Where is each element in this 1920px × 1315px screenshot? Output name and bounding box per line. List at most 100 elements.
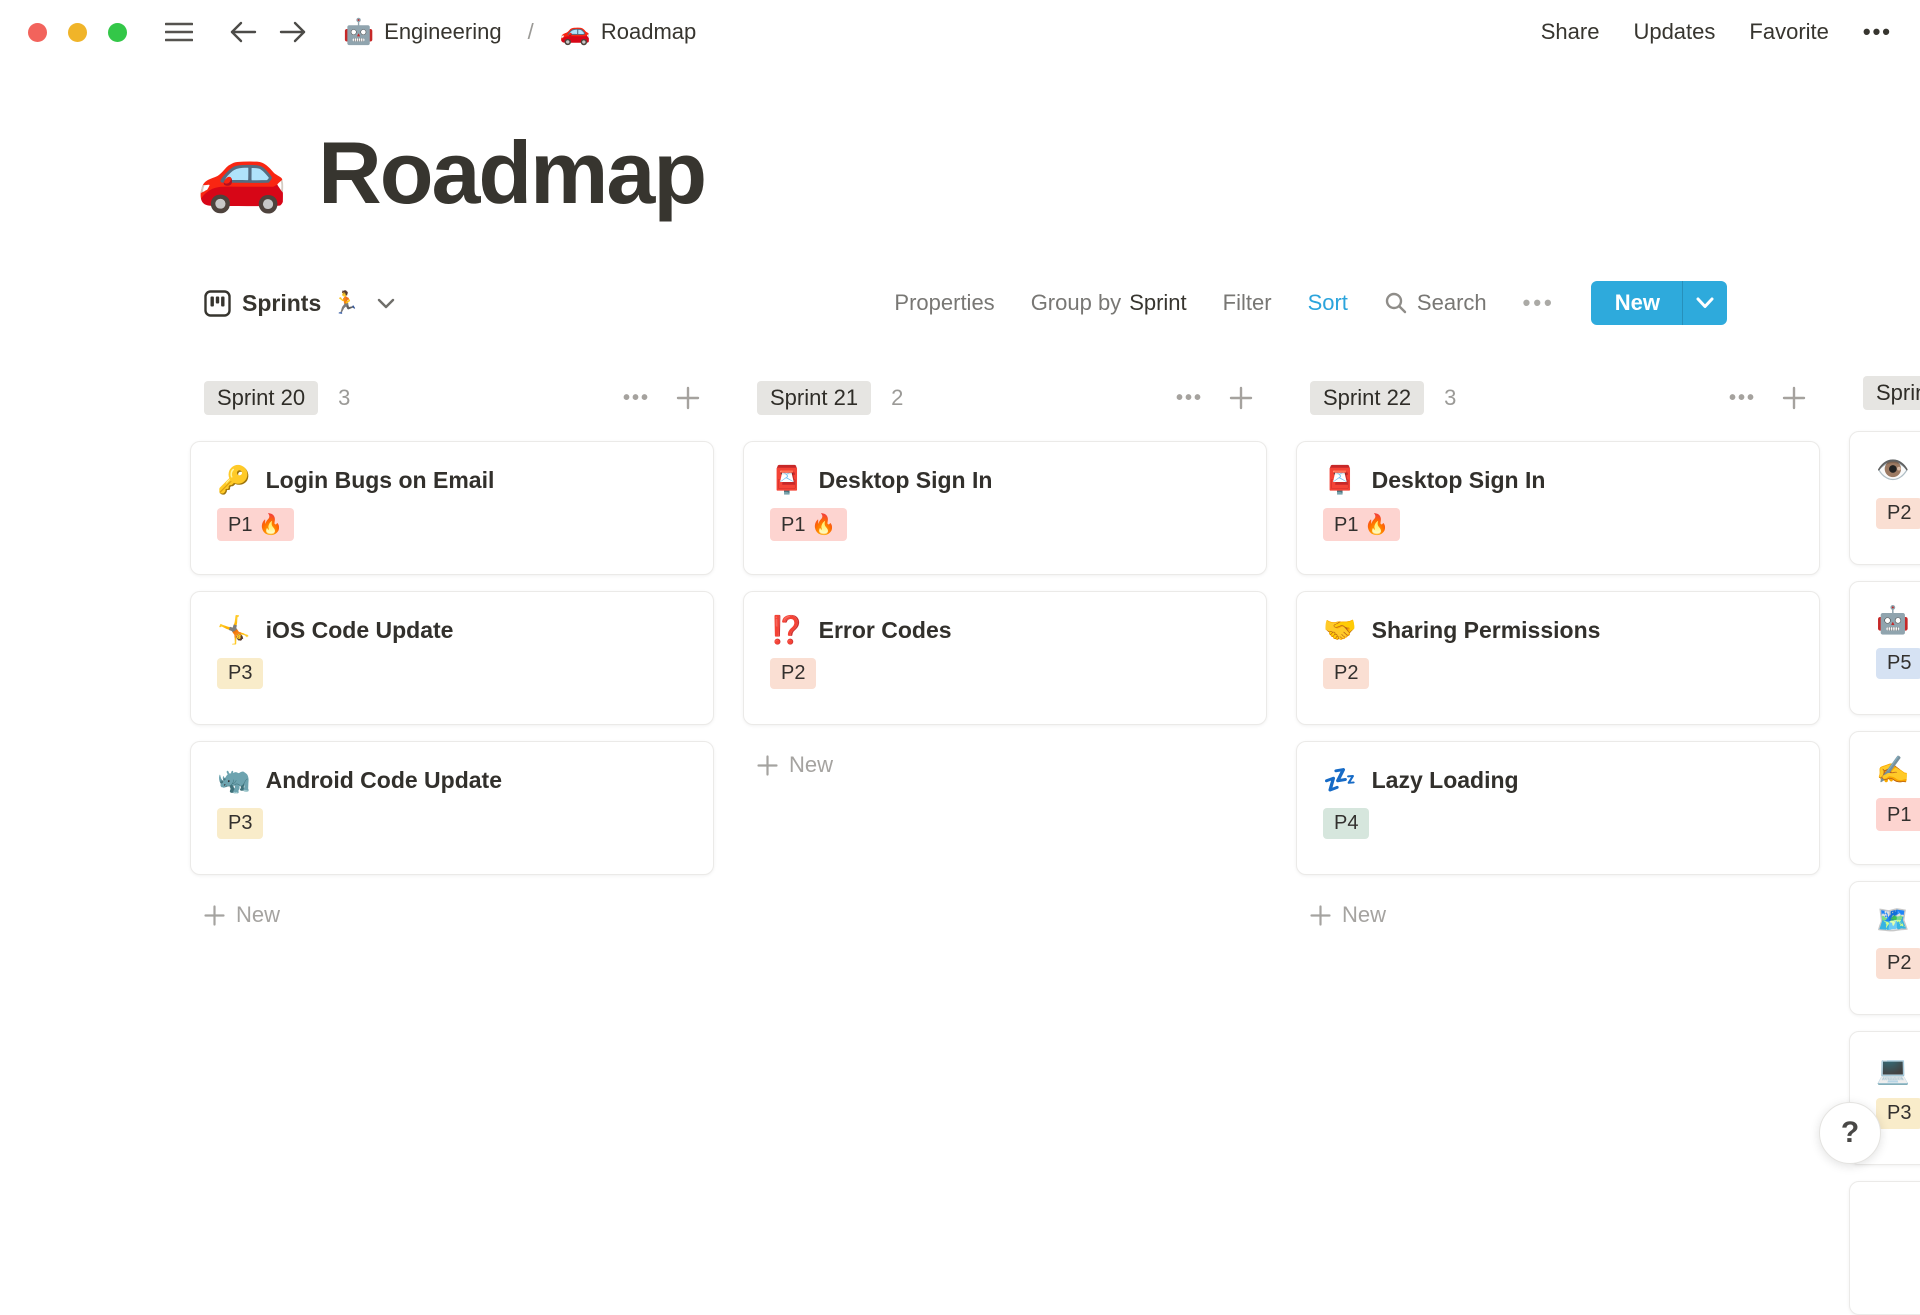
task-card[interactable]: 🦏 Android Code Update P3 xyxy=(190,741,714,875)
task-icon: 🤝 xyxy=(1323,615,1357,645)
help-button[interactable]: ? xyxy=(1819,1102,1881,1164)
priority-badge: P1 🔥 xyxy=(1323,508,1400,541)
task-title: Lazy Loading xyxy=(1371,767,1519,793)
zoom-window-button[interactable] xyxy=(108,22,127,42)
priority-badge: P1 🔥 xyxy=(1876,798,1920,831)
sidebar-toggle-icon[interactable] xyxy=(165,21,193,43)
group-by-button[interactable]: Group by Sprint xyxy=(1031,290,1187,316)
column-more-icon[interactable]: ••• xyxy=(623,387,650,410)
roadmap-page-icon: 🚗 xyxy=(559,17,591,46)
column-cards: 📮 Desktop Sign In P1 🔥 🤝 Sharing Permiss… xyxy=(1296,441,1820,875)
column-header: Sprint 22 3 ••• xyxy=(1296,376,1820,420)
column-new-label: New xyxy=(236,902,281,927)
new-button[interactable]: New xyxy=(1590,281,1727,325)
task-icon: ✍️ xyxy=(1876,755,1910,785)
updates-button[interactable]: Updates xyxy=(1633,19,1715,45)
filter-button[interactable]: Filter xyxy=(1223,290,1272,316)
page-title-icon[interactable]: 🚗 xyxy=(196,136,288,210)
column-header: Sprint 23 ••• xyxy=(1849,376,1920,410)
task-title: Login Bugs on Email xyxy=(265,467,495,493)
task-icon: 📮 xyxy=(770,465,804,495)
toolbar-more-icon[interactable]: ••• xyxy=(1523,290,1555,316)
task-card[interactable]: 🤸 iOS Code Update P3 xyxy=(190,591,714,725)
column-header: Sprint 20 3 ••• xyxy=(190,376,714,420)
task-icon: 💻 xyxy=(1876,1055,1910,1085)
column-add-icon[interactable] xyxy=(676,386,700,410)
task-card[interactable] xyxy=(1849,1181,1920,1315)
task-card[interactable]: ⁉️ Error Codes P2 xyxy=(743,591,1267,725)
column-new-button[interactable]: New xyxy=(190,893,714,937)
traffic-lights xyxy=(28,22,127,42)
task-card[interactable]: 💤 Lazy Loading P4 xyxy=(1296,741,1820,875)
priority-badge: P2 xyxy=(1323,658,1370,689)
column-more-icon[interactable]: ••• xyxy=(1176,387,1203,410)
board-column: Sprint 23 ••• 👁️ M P2 🤖 In P5 ✍️ R P1 🔥 xyxy=(1849,376,1920,1315)
chevron-down-icon xyxy=(377,298,395,309)
favorite-button[interactable]: Favorite xyxy=(1749,19,1828,45)
view-name: Sprints xyxy=(242,289,322,316)
task-icon: 🤖 xyxy=(1876,605,1910,635)
task-card[interactable]: 👁️ M P2 xyxy=(1849,431,1920,565)
page-title-text[interactable]: Roadmap xyxy=(318,122,707,224)
column-count: 2 xyxy=(891,385,904,410)
priority-badge: P3 xyxy=(217,808,264,839)
breadcrumb-roadmap[interactable]: Roadmap xyxy=(601,19,696,45)
search-button[interactable]: Search xyxy=(1384,290,1487,316)
group-by-value: Sprint xyxy=(1129,290,1187,315)
forward-arrow-icon[interactable] xyxy=(279,20,307,44)
column-add-icon[interactable] xyxy=(1782,386,1806,410)
task-card[interactable]: 🤝 Sharing Permissions P2 xyxy=(1296,591,1820,725)
task-title: iOS Code Update xyxy=(265,617,454,643)
task-card[interactable]: ✍️ R P1 🔥 xyxy=(1849,731,1920,865)
share-button[interactable]: Share xyxy=(1541,19,1600,45)
column-new-button[interactable]: New xyxy=(743,743,1267,787)
task-card[interactable]: 📮 Desktop Sign In P1 🔥 xyxy=(743,441,1267,575)
task-icon: 🔑 xyxy=(217,465,251,495)
column-add-icon[interactable] xyxy=(1229,386,1253,410)
column-name-badge[interactable]: Sprint 23 xyxy=(1863,376,1920,410)
priority-badge: P1 🔥 xyxy=(770,508,847,541)
close-window-button[interactable] xyxy=(28,22,47,42)
properties-button[interactable]: Properties xyxy=(894,290,994,316)
board-column: Sprint 21 2 ••• 📮 Desktop Sign In P1 🔥 ⁉… xyxy=(743,376,1267,1200)
board-column: Sprint 20 3 ••• 🔑 Login Bugs on Email P1… xyxy=(190,376,714,1200)
priority-badge: P2 xyxy=(770,658,817,689)
task-icon: 💤 xyxy=(1323,765,1357,795)
task-icon: 🗺️ xyxy=(1876,905,1910,935)
column-new-label: New xyxy=(789,752,834,777)
breadcrumb: 🤖 Engineering / 🚗 Roadmap xyxy=(343,19,696,45)
task-card[interactable]: 📮 Desktop Sign In P1 🔥 xyxy=(1296,441,1820,575)
task-card[interactable]: 🔑 Login Bugs on Email P1 🔥 xyxy=(190,441,714,575)
column-cards: 🔑 Login Bugs on Email P1 🔥 🤸 iOS Code Up… xyxy=(190,441,714,875)
kanban-board: Sprint 20 3 ••• 🔑 Login Bugs on Email P1… xyxy=(190,376,1920,1315)
new-button-chevron-icon[interactable] xyxy=(1683,281,1727,325)
search-icon xyxy=(1384,291,1408,315)
column-new-button[interactable]: New xyxy=(1296,893,1820,937)
priority-badge: P1 🔥 xyxy=(217,508,294,541)
priority-badge: P4 xyxy=(1323,808,1370,839)
page-title: 🚗 Roadmap xyxy=(196,122,707,224)
priority-badge: P2 xyxy=(1876,948,1920,979)
task-title: Desktop Sign In xyxy=(818,467,993,493)
priority-badge: P5 xyxy=(1876,648,1920,679)
new-button-label[interactable]: New xyxy=(1591,281,1682,325)
task-card[interactable]: 🤖 In P5 xyxy=(1849,581,1920,715)
column-cards: 📮 Desktop Sign In P1 🔥 ⁉️ Error Codes P2 xyxy=(743,441,1267,725)
task-icon: 🤸 xyxy=(217,615,251,645)
column-more-icon[interactable]: ••• xyxy=(1729,387,1756,410)
priority-badge: P3 xyxy=(1876,1098,1920,1129)
task-icon: 🦏 xyxy=(217,765,251,795)
more-options-icon[interactable]: ••• xyxy=(1863,19,1892,45)
column-name-badge[interactable]: Sprint 20 xyxy=(204,381,319,415)
back-arrow-icon[interactable] xyxy=(229,20,257,44)
column-header: Sprint 21 2 ••• xyxy=(743,376,1267,420)
column-name-badge[interactable]: Sprint 22 xyxy=(1310,381,1425,415)
task-icon: 📮 xyxy=(1323,465,1357,495)
view-tab-sprints[interactable]: Sprints 🏃 xyxy=(204,290,395,317)
breadcrumb-engineering[interactable]: Engineering xyxy=(384,19,501,45)
column-name-badge[interactable]: Sprint 21 xyxy=(757,381,872,415)
task-card[interactable]: 🗺️ R P2 xyxy=(1849,881,1920,1015)
column-cards: 👁️ M P2 🤖 In P5 ✍️ R P1 🔥 🗺️ R P2 💻 D P3 xyxy=(1849,431,1920,1315)
sort-button[interactable]: Sort xyxy=(1308,290,1348,316)
minimize-window-button[interactable] xyxy=(68,22,87,42)
